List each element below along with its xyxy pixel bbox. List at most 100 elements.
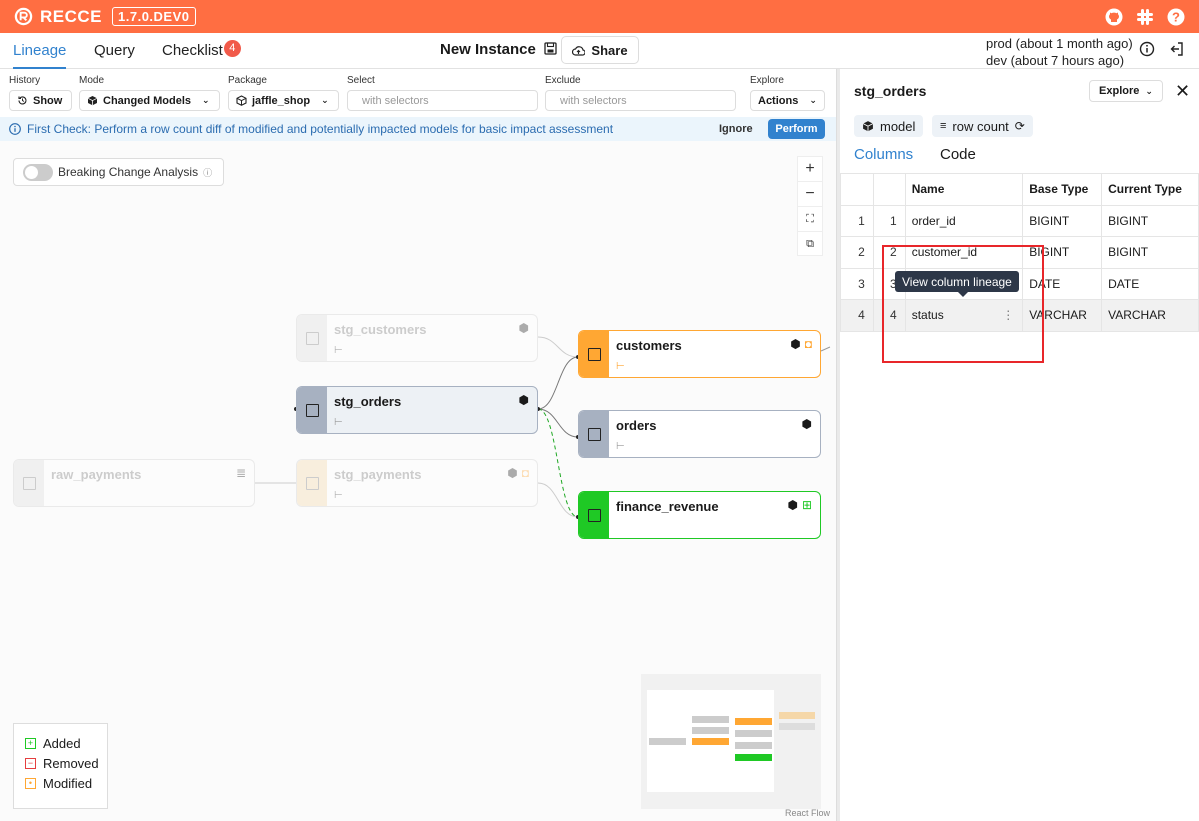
fit-view-icon[interactable]: ⛶ — [798, 207, 822, 232]
info-icon[interactable] — [1139, 41, 1155, 57]
ignore-button[interactable]: Ignore — [711, 119, 761, 139]
tab-checklist[interactable]: Checklist 4 — [162, 33, 241, 69]
node-checkbox[interactable] — [587, 508, 601, 522]
first-check-banner: First Check: Perform a row count diff of… — [0, 117, 836, 141]
row-count-chip[interactable]: ≡ row count ⟳ — [932, 115, 1033, 137]
info-icon: ⓘ — [203, 167, 213, 178]
node-name: orders — [616, 418, 657, 433]
node-finance_revenue[interactable]: finance_revenue ⬢ ⊞ — [578, 491, 821, 539]
select-input[interactable]: with selectors — [347, 90, 538, 111]
help-icon[interactable]: ? — [1166, 7, 1185, 26]
cube-icon — [87, 96, 98, 106]
version-badge: 1.7.0.DEV0 — [112, 7, 196, 26]
tab-query[interactable]: Query — [94, 33, 135, 69]
current-type: BIGINT — [1101, 236, 1199, 269]
history-button[interactable]: Show — [9, 90, 72, 111]
node-name: stg_customers — [334, 322, 427, 337]
node-stg_orders[interactable]: stg_orders ⊢ ⬢ — [296, 386, 538, 434]
highlight-annotation — [882, 245, 1044, 363]
history-label: History — [9, 75, 41, 86]
recce-logo-icon — [14, 7, 33, 26]
node-checkbox[interactable] — [587, 427, 601, 441]
database-icon: ≣ — [235, 466, 246, 480]
node-checkbox[interactable] — [305, 403, 319, 417]
resource-type-chip: model — [854, 115, 924, 137]
cube-icon: ⬢ — [787, 498, 798, 512]
minimap[interactable] — [641, 674, 821, 809]
node-raw_payments[interactable]: raw_payments ≣ — [13, 459, 255, 507]
lineage-icon: ⊢ — [616, 441, 625, 452]
node-checkbox[interactable] — [22, 476, 36, 490]
refresh-icon[interactable]: ⟳ — [1015, 119, 1025, 133]
tab-code[interactable]: Code — [940, 146, 976, 163]
github-icon[interactable] — [1104, 7, 1123, 26]
cube-icon: ⬢ — [507, 466, 518, 480]
history-icon — [18, 96, 27, 105]
lineage-canvas[interactable]: Breaking Change Analysis ⓘ + − ⛶ ⧉ stg_c… — [0, 141, 836, 821]
lineage-toolbar: History Show Mode Changed Models ⌄ Packag… — [0, 69, 836, 117]
perform-button[interactable]: Perform — [768, 119, 825, 139]
node-checkbox[interactable] — [587, 347, 601, 361]
lineage-icon: ⊢ — [334, 490, 343, 501]
header-index — [840, 173, 874, 206]
legend: + Added − Removed • Modified — [13, 723, 108, 809]
breaking-change-analysis-toggle[interactable]: Breaking Change Analysis ⓘ — [13, 158, 224, 186]
mode-select[interactable]: Changed Models ⌄ — [79, 90, 220, 111]
zoom-out-icon[interactable]: − — [798, 182, 822, 207]
tab-columns[interactable]: Columns — [854, 146, 913, 163]
breaking-change-label: Breaking Change Analysis — [58, 165, 199, 179]
node-stg_customers[interactable]: stg_customers ⊢ ⬢ — [296, 314, 538, 362]
list-icon: ≡ — [940, 120, 947, 132]
actions-button[interactable]: Actions ⌄ — [750, 90, 825, 111]
save-icon[interactable] — [544, 42, 557, 55]
zoom-in-icon[interactable]: + — [798, 157, 822, 182]
node-customers[interactable]: customers ⊢ ⬢ ◘ — [578, 330, 821, 378]
react-flow-attribution[interactable]: React Flow — [785, 808, 830, 818]
column-name: order_id — [904, 204, 1024, 237]
history-value: Show — [33, 94, 63, 107]
instance-name: New Instance — [440, 41, 536, 58]
close-icon[interactable]: ✕ — [1175, 81, 1190, 102]
explore-button-label: Explore — [1099, 85, 1140, 97]
exclude-label: Exclude — [545, 75, 581, 86]
env-prod: prod (about 1 month ago) — [986, 36, 1133, 51]
modified-icon: ◘ — [521, 466, 529, 480]
edge-stg_customers-customers — [537, 336, 579, 358]
logout-icon[interactable] — [1169, 41, 1185, 57]
lineage-icon: ⊢ — [616, 361, 625, 372]
actions-label: Actions — [758, 94, 799, 107]
env-dev: dev (about 7 hours ago) — [986, 53, 1125, 68]
chevron-down-icon: ⌄ — [809, 95, 817, 105]
tab-lineage[interactable]: Lineage — [13, 33, 67, 69]
copy-icon[interactable]: ⧉ — [798, 232, 822, 257]
row-index: 3 — [840, 267, 874, 300]
cube-icon — [862, 121, 874, 132]
toggle-switch[interactable] — [23, 163, 53, 181]
chevron-down-icon: ⌄ — [1145, 85, 1153, 96]
slack-icon[interactable] — [1135, 7, 1154, 26]
package-icon — [236, 95, 247, 106]
column-position: 1 — [872, 204, 906, 237]
svg-text:?: ? — [1172, 9, 1180, 24]
row-index: 4 — [840, 299, 874, 332]
app-name: RECCE — [40, 6, 103, 26]
current-type: BIGINT — [1101, 204, 1199, 237]
node-stg_payments[interactable]: stg_payments ⊢ ⬢ ◘ — [296, 459, 538, 507]
base-type: BIGINT — [1022, 204, 1103, 237]
node-name: raw_payments — [51, 467, 142, 482]
table-row[interactable]: 1 1 order_id BIGINT BIGINT — [840, 204, 1199, 237]
checklist-count-badge: 4 — [223, 40, 241, 57]
node-orders[interactable]: orders ⊢ ⬢ — [578, 410, 821, 458]
node-name: stg_payments — [334, 467, 422, 482]
exclude-input[interactable]: with selectors — [545, 90, 736, 111]
edge-stg_orders-customers — [537, 356, 579, 410]
node-checkbox[interactable] — [305, 476, 319, 490]
share-button[interactable]: Share — [561, 36, 639, 64]
current-type: VARCHAR — [1101, 299, 1199, 332]
package-select[interactable]: jaffle_shop ⌄ — [228, 90, 339, 111]
row-index: 2 — [840, 236, 874, 269]
node-checkbox[interactable] — [305, 331, 319, 345]
banner-text: First Check: Perform a row count diff of… — [27, 122, 614, 136]
lineage-icon: ⊢ — [334, 417, 343, 428]
explore-button[interactable]: Explore ⌄ — [1089, 80, 1163, 102]
